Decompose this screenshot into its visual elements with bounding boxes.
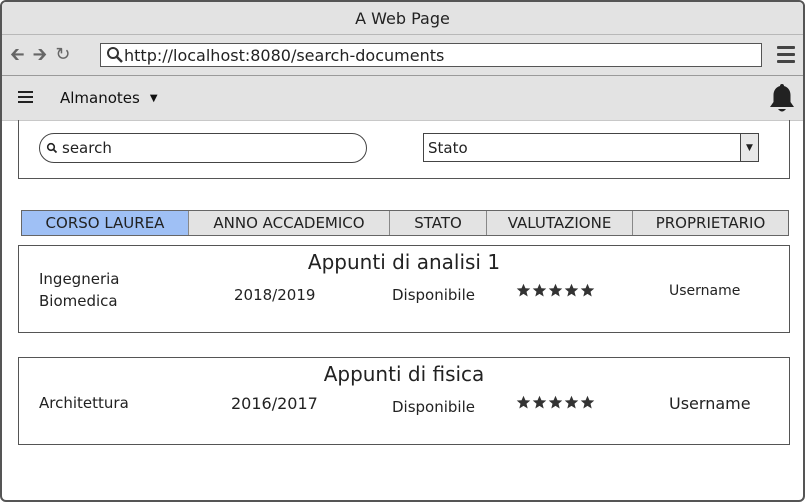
academic-year: 2016/2017 (231, 394, 318, 413)
tab-anno-accademico[interactable]: ANNO ACCADEMICO (189, 211, 390, 235)
menu-icon[interactable] (18, 90, 33, 106)
document-card[interactable]: Appunti di analisi 1 Ingegneria Biomedic… (18, 245, 790, 333)
course-cell: Architettura (39, 394, 129, 412)
search-placeholder: search (62, 139, 112, 157)
filters-panel: search Stato ▼ (18, 120, 790, 179)
browser-window: A Web Page 🡰 🡲 ↻ http://localhost:8080/s… (0, 0, 805, 502)
star-icon (548, 283, 563, 297)
owner-username[interactable]: Username (669, 394, 751, 413)
document-title: Appunti di analisi 1 (307, 250, 501, 274)
star-icon (564, 395, 579, 409)
chevron-down-icon[interactable]: ▼ (740, 134, 758, 161)
tab-proprietario[interactable]: PROPRIETARIO (633, 211, 788, 235)
url-bar[interactable]: http://localhost:8080/search-documents (100, 43, 762, 67)
url-text: http://localhost:8080/search-documents (124, 45, 445, 65)
app-header: Almanotes ▼ (2, 76, 803, 121)
window-titlebar: A Web Page (2, 2, 803, 35)
forward-arrow-icon[interactable]: 🡲 (33, 46, 48, 64)
browser-toolbar: 🡰 🡲 ↻ http://localhost:8080/search-docum… (2, 35, 803, 76)
star-icon (516, 395, 531, 409)
star-icon (516, 283, 531, 297)
window-title: A Web Page (355, 8, 450, 28)
tab-valutazione[interactable]: VALUTAZIONE (487, 211, 633, 235)
star-icon (580, 395, 595, 409)
reload-icon[interactable]: ↻ (55, 46, 70, 64)
rating-stars (516, 283, 595, 298)
status-select-value: Stato (428, 138, 468, 157)
star-icon (532, 283, 547, 297)
caret-down-icon: ▼ (149, 92, 158, 104)
browser-menu-icon[interactable] (777, 46, 795, 67)
course-line-1: Ingegneria (39, 270, 120, 288)
search-icon (107, 47, 123, 63)
course-line-1: Architettura (39, 394, 129, 412)
star-icon (564, 283, 579, 297)
document-card[interactable]: Appunti di fisica Architettura 2016/2017… (18, 357, 790, 445)
search-input[interactable]: search (39, 133, 367, 163)
star-icon (548, 395, 563, 409)
back-arrow-icon[interactable]: 🡰 (10, 46, 25, 64)
status-text: Disponibile (392, 286, 475, 304)
search-icon (46, 142, 58, 154)
academic-year: 2018/2019 (234, 286, 316, 304)
brand-dropdown[interactable]: Almanotes ▼ (60, 89, 158, 107)
owner-username[interactable]: Username (669, 283, 740, 299)
document-title: Appunti di fisica (323, 362, 485, 386)
tab-stato[interactable]: STATO (390, 211, 487, 235)
brand-label: Almanotes (60, 89, 140, 107)
status-text: Disponibile (392, 398, 475, 416)
course-cell: Ingegneria Biomedica (39, 268, 119, 312)
course-line-2: Biomedica (39, 292, 118, 310)
bell-icon[interactable] (767, 82, 797, 114)
status-select[interactable]: Stato ▼ (423, 133, 759, 162)
star-icon (532, 395, 547, 409)
nav-buttons: 🡰 🡲 ↻ (10, 46, 96, 64)
column-tabs: CORSO LAUREA ANNO ACCADEMICO STATO VALUT… (21, 210, 789, 236)
rating-stars (516, 395, 595, 410)
star-icon (580, 283, 595, 297)
tab-corso-laurea[interactable]: CORSO LAUREA (22, 211, 189, 235)
